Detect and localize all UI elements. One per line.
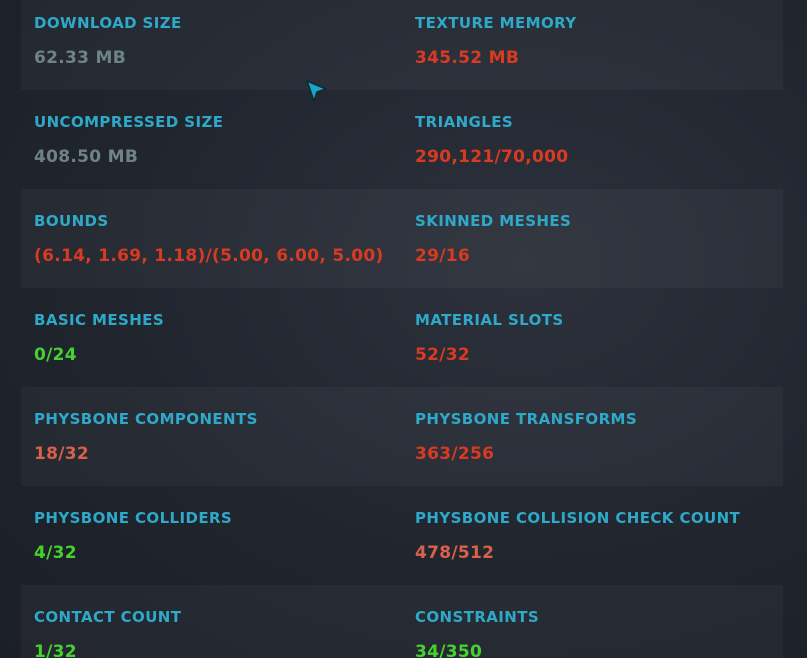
stats-row: PHYSBONE COMPONENTS 18/32 PHYSBONE TRANS… xyxy=(21,387,783,486)
stats-row: DOWNLOAD SIZE 62.33 MB TEXTURE MEMORY 34… xyxy=(21,0,783,90)
stat-value: 290,121/70,000 xyxy=(415,147,569,167)
stat-label: TEXTURE MEMORY xyxy=(415,14,577,32)
stat-label: PHYSBONE COLLISION CHECK COUNT xyxy=(415,509,741,527)
stat-label: MATERIAL SLOTS xyxy=(415,311,564,329)
stat-label: TRIANGLES xyxy=(415,113,514,131)
stat-value: 62.33 MB xyxy=(34,48,126,68)
stat-label: PHYSBONE TRANSFORMS xyxy=(415,410,638,428)
stat-label: DOWNLOAD SIZE xyxy=(34,14,182,32)
stats-row: UNCOMPRESSED SIZE 408.50 MB TRIANGLES 29… xyxy=(21,90,783,189)
stat-physbone-transforms: PHYSBONE TRANSFORMS 363/256 xyxy=(402,387,783,486)
stat-label: SKINNED MESHES xyxy=(415,212,572,230)
stat-basic-meshes: BASIC MESHES 0/24 xyxy=(21,288,402,387)
stat-physbone-collision-check-count: PHYSBONE COLLISION CHECK COUNT 478/512 xyxy=(402,486,783,585)
stat-value: 345.52 MB xyxy=(415,48,520,68)
stat-label: UNCOMPRESSED SIZE xyxy=(34,113,224,131)
stat-physbone-components: PHYSBONE COMPONENTS 18/32 xyxy=(21,387,402,486)
stat-value: 34/350 xyxy=(415,642,483,658)
stat-value: 52/32 xyxy=(415,345,471,365)
stats-row: BOUNDS (6.14, 1.69, 1.18)/(5.00, 6.00, 5… xyxy=(21,189,783,288)
performance-stats-panel: DOWNLOAD SIZE 62.33 MB TEXTURE MEMORY 34… xyxy=(21,0,783,658)
stat-label: CONSTRAINTS xyxy=(415,608,540,626)
stat-texture-memory: TEXTURE MEMORY 345.52 MB xyxy=(402,0,783,90)
stat-value: 1/32 xyxy=(34,642,77,658)
stat-contact-count: CONTACT COUNT 1/32 xyxy=(21,585,402,658)
stat-uncompressed-size: UNCOMPRESSED SIZE 408.50 MB xyxy=(21,90,402,189)
stat-value: 0/24 xyxy=(34,345,77,365)
cursor-arrow-icon xyxy=(306,80,327,102)
stat-label: BOUNDS xyxy=(34,212,109,230)
stat-label: PHYSBONE COLLIDERS xyxy=(34,509,233,527)
stat-triangles: TRIANGLES 290,121/70,000 xyxy=(402,90,783,189)
stat-value: 478/512 xyxy=(415,543,495,563)
stats-row: CONTACT COUNT 1/32 CONSTRAINTS 34/350 xyxy=(21,585,783,658)
stat-label: BASIC MESHES xyxy=(34,311,165,329)
stats-row: PHYSBONE COLLIDERS 4/32 PHYSBONE COLLISI… xyxy=(21,486,783,585)
stat-value: 18/32 xyxy=(34,444,90,464)
stat-value: 4/32 xyxy=(34,543,77,563)
stat-physbone-colliders: PHYSBONE COLLIDERS 4/32 xyxy=(21,486,402,585)
stat-constraints: CONSTRAINTS 34/350 xyxy=(402,585,783,658)
stat-label: PHYSBONE COMPONENTS xyxy=(34,410,258,428)
stat-bounds: BOUNDS (6.14, 1.69, 1.18)/(5.00, 6.00, 5… xyxy=(21,189,402,288)
stat-skinned-meshes: SKINNED MESHES 29/16 xyxy=(402,189,783,288)
stat-label: CONTACT COUNT xyxy=(34,608,182,626)
stat-material-slots: MATERIAL SLOTS 52/32 xyxy=(402,288,783,387)
stat-download-size: DOWNLOAD SIZE 62.33 MB xyxy=(21,0,402,90)
stat-value: (6.14, 1.69, 1.18)/(5.00, 6.00, 5.00) xyxy=(34,246,384,266)
stat-value: 408.50 MB xyxy=(34,147,139,167)
stat-value: 29/16 xyxy=(415,246,471,266)
stat-value: 363/256 xyxy=(415,444,495,464)
stats-row: BASIC MESHES 0/24 MATERIAL SLOTS 52/32 xyxy=(21,288,783,387)
